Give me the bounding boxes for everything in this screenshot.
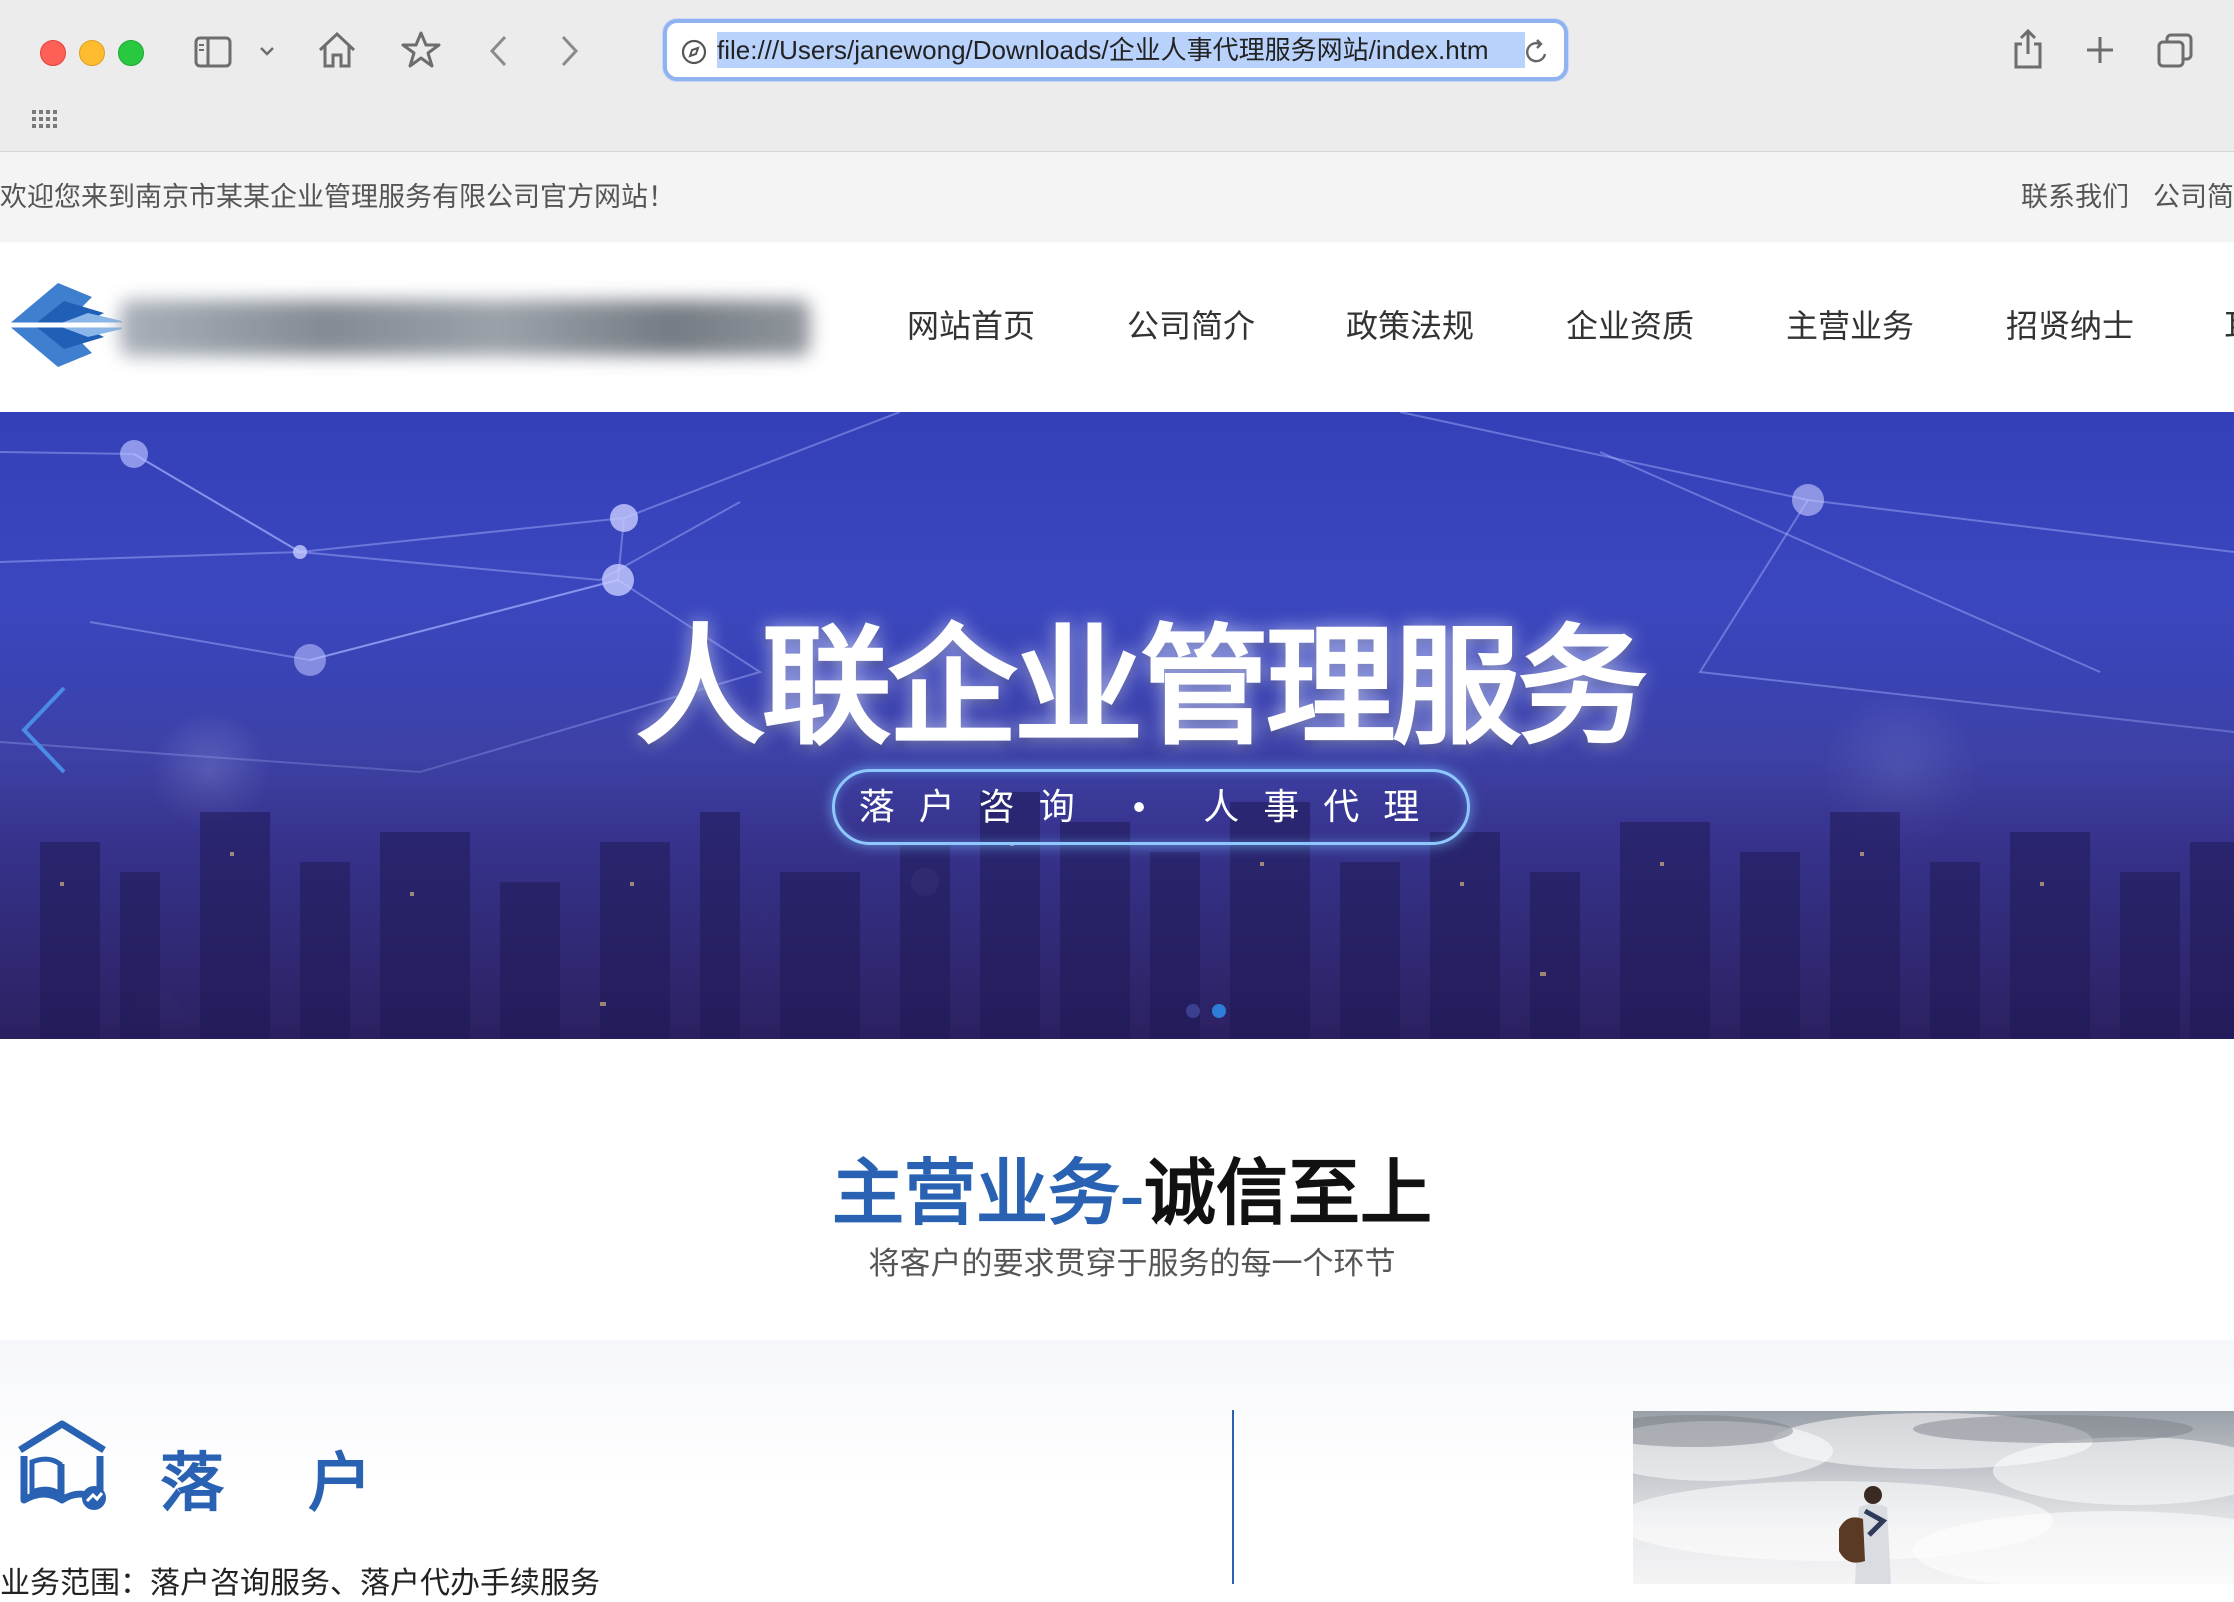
section-title-blue: 主营业务-	[832, 1154, 1144, 1234]
company-intro-link[interactable]: 公司简	[2153, 182, 2234, 212]
tab-overview-icon[interactable]	[2156, 32, 2194, 70]
section-title-black: 诚信至上	[1143, 1154, 1432, 1234]
sidebar-icon[interactable]	[194, 36, 232, 68]
section-title: 主营业务-诚信至上	[0, 1134, 2234, 1239]
star-icon[interactable]	[400, 30, 442, 70]
close-window-button[interactable]	[40, 40, 66, 66]
nav-home[interactable]: 网站首页	[907, 300, 1035, 352]
banner-subtitle: 落户咨询 • 人事代理	[832, 769, 1470, 845]
grid-icon[interactable]	[32, 110, 58, 130]
top-info-bar: 欢迎您来到南京市某某企业管理服务有限公司官方网站！ 联系我们 公司简	[0, 152, 2234, 242]
company-name-logo-blurred	[120, 300, 810, 356]
chevron-down-icon[interactable]	[258, 44, 276, 58]
share-icon[interactable]	[2012, 28, 2044, 70]
carousel-dot-1[interactable]	[1186, 1004, 1200, 1018]
company-logo[interactable]	[4, 275, 122, 375]
banner-title: 人联企业管理服务	[635, 611, 1647, 763]
nav-main-business[interactable]: 主营业务	[1786, 300, 1914, 352]
carousel-dots	[1180, 1004, 1232, 1023]
address-bar[interactable]: file:///Users/janewong/Downloads/企业人事代理服…	[663, 19, 1568, 81]
nav-qualifications[interactable]: 企业资质	[1566, 300, 1694, 352]
nav-company-intro[interactable]: 公司简介	[1127, 300, 1255, 352]
contact-us-link[interactable]: 联系我们	[2021, 182, 2129, 212]
vertical-divider	[1232, 1410, 1234, 1584]
home-icon[interactable]	[316, 30, 358, 70]
browser-toolbar: file:///Users/janewong/Downloads/企业人事代理服…	[0, 0, 2234, 152]
minimize-window-button[interactable]	[79, 40, 105, 66]
nav-policies[interactable]: 政策法规	[1346, 300, 1474, 352]
business-image	[1633, 1411, 2234, 1584]
top-links: 联系我们 公司简	[1997, 152, 2234, 242]
welcome-text: 欢迎您来到南京市某某企业管理服务有限公司官方网站！	[0, 182, 675, 212]
book-icon	[14, 1420, 110, 1517]
reload-icon[interactable]	[1524, 38, 1550, 71]
nav-recruitment[interactable]: 招贤纳士	[2006, 300, 2134, 352]
new-tab-icon[interactable]	[2084, 34, 2116, 66]
business-name: 落 户	[160, 1448, 406, 1519]
back-icon[interactable]	[488, 34, 510, 68]
forward-icon[interactable]	[558, 34, 580, 68]
section-subtitle: 将客户的要求贯穿于服务的每一个环节	[868, 1246, 1396, 1281]
compass-icon	[681, 39, 707, 70]
url-text[interactable]: file:///Users/janewong/Downloads/企业人事代理服…	[717, 32, 1525, 68]
business-description: 业务范围：落户咨询服务、落户代办手续服务	[0, 1567, 600, 1600]
carousel-dot-2[interactable]	[1212, 1004, 1226, 1018]
nav-item-cut-off[interactable]: 耳	[2224, 300, 2234, 352]
zoom-window-button[interactable]	[118, 40, 144, 66]
carousel-prev-icon[interactable]	[18, 684, 70, 781]
hero-banner: 人联企业管理服务 落户咨询 • 人事代理	[0, 412, 2234, 1039]
